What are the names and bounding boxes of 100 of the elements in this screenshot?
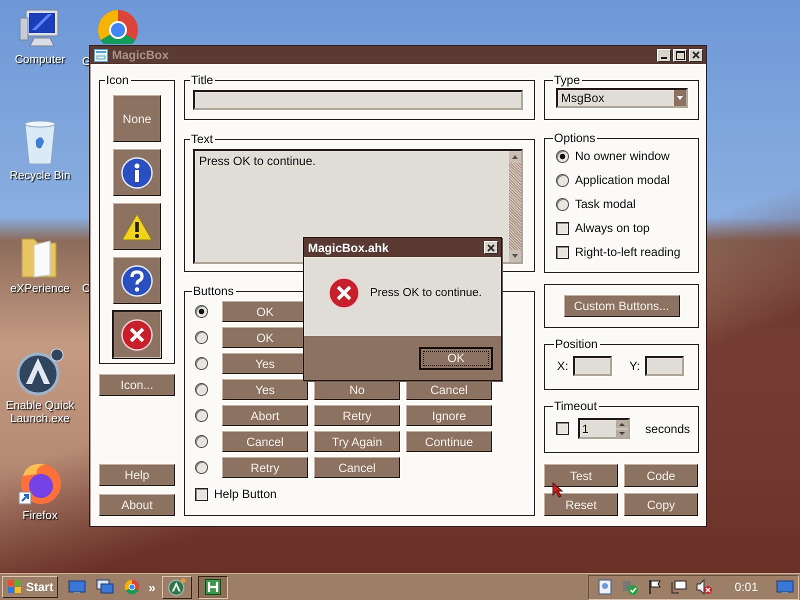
radio-button[interactable] [195, 331, 208, 344]
group-label: Options [553, 132, 596, 145]
close-button[interactable] [484, 241, 498, 254]
sample-button[interactable]: Retry [222, 457, 308, 478]
sample-button[interactable]: Retry [314, 405, 400, 426]
type-dropdown[interactable]: MsgBox [556, 88, 688, 108]
info-icon [121, 156, 153, 188]
error-icon [328, 276, 360, 308]
maximize-button[interactable] [673, 48, 687, 62]
error-icon-button[interactable] [113, 311, 161, 358]
radio-button[interactable] [556, 174, 569, 186]
checkbox[interactable] [556, 422, 569, 435]
sample-button[interactable]: Cancel [314, 457, 400, 478]
option-label[interactable]: Always on top [575, 221, 650, 235]
close-icon [692, 51, 700, 59]
scrollbar[interactable] [509, 151, 521, 262]
document-icon[interactable] [596, 579, 613, 595]
group-label: Position [554, 338, 599, 351]
desktop-icon-label[interactable]: eXPerience [10, 283, 70, 296]
maximize-icon [676, 50, 684, 60]
dialog-message: Press OK to continue. [370, 286, 482, 298]
sample-button[interactable]: Cancel [222, 431, 308, 452]
checkbox[interactable] [195, 488, 208, 500]
none-icon-button[interactable]: None [113, 95, 161, 142]
desktop-icon-label[interactable]: Firefox [22, 510, 58, 523]
radio-button[interactable] [556, 150, 569, 162]
ok-button[interactable]: OK [419, 346, 493, 370]
action-button[interactable]: Reset [544, 493, 618, 516]
group-label: Timeout [553, 400, 598, 413]
y-input[interactable] [645, 356, 684, 376]
about-button[interactable]: About [99, 494, 175, 516]
custom-buttons-button[interactable]: Custom Buttons... [564, 295, 680, 317]
text-value: Press OK to continue. [199, 154, 316, 168]
sample-button[interactable]: Abort [222, 405, 308, 426]
unit-label: seconds [645, 422, 690, 436]
group-label: Icon [105, 74, 130, 87]
title-input[interactable] [193, 90, 523, 110]
action-button[interactable]: Test [544, 464, 618, 487]
y-label: Y: [629, 359, 640, 373]
desktop-icon[interactable] [68, 579, 86, 595]
radio-button[interactable] [195, 357, 208, 370]
sample-button[interactable]: Yes [222, 379, 308, 400]
close-icon [487, 244, 495, 252]
sample-button[interactable]: Try Again [314, 431, 400, 452]
warning-icon-button[interactable] [113, 203, 161, 250]
radio-button[interactable] [195, 305, 208, 318]
network-icon[interactable] [670, 579, 687, 595]
question-icon-button[interactable] [113, 257, 161, 304]
window-title: MagicBox [112, 48, 169, 62]
muted-speaker-icon[interactable] [694, 579, 713, 595]
browser-icon[interactable] [124, 579, 140, 595]
desktop-icon-label[interactable]: Computer [14, 54, 66, 67]
close-button[interactable] [689, 48, 703, 62]
x-input[interactable] [573, 356, 612, 376]
checkbox[interactable] [556, 246, 569, 258]
help-icon [121, 264, 153, 296]
info-icon-button[interactable] [113, 149, 161, 196]
autoit-app-icon[interactable] [16, 348, 64, 396]
radio-button[interactable] [195, 435, 208, 448]
option-label[interactable]: Application modal [575, 173, 670, 187]
taskbar-app-button[interactable] [198, 576, 228, 598]
help-button[interactable]: Help [99, 464, 175, 486]
sample-button[interactable]: Ignore [406, 405, 492, 426]
action-button[interactable]: Code [624, 464, 698, 487]
radio-button[interactable] [195, 461, 208, 474]
x-label: X: [557, 359, 568, 373]
radio-button[interactable] [195, 383, 208, 396]
option-label[interactable]: Task modal [575, 197, 636, 211]
scroll-down-icon [509, 250, 521, 262]
desktop-icon-label[interactable]: Recycle Bin [10, 170, 70, 183]
radio-button[interactable] [195, 409, 208, 422]
more-chevron[interactable]: » [148, 580, 156, 594]
action-button[interactable]: Copy [624, 493, 698, 516]
option-label[interactable]: Right-to-left reading [575, 245, 680, 259]
autoit-app-icon [168, 578, 186, 596]
error-icon [121, 318, 153, 350]
minimize-button[interactable] [657, 48, 671, 62]
windows-icon[interactable] [96, 579, 114, 595]
spin-arrows-icon [616, 420, 628, 438]
option-label[interactable]: No owner window [575, 149, 670, 163]
firefox-icon[interactable] [17, 462, 63, 506]
desktop-icon-label[interactable]: Enable Quick Launch.exe [0, 400, 80, 426]
window-icon [94, 48, 108, 62]
checkbox-label[interactable]: Help Button [214, 487, 277, 501]
flag-icon[interactable] [646, 579, 663, 595]
clock[interactable]: 0:01 [734, 580, 758, 594]
app-icon [204, 579, 221, 595]
group-label: Type [553, 74, 582, 87]
scroll-up-icon [509, 151, 521, 163]
group-label: Title [190, 74, 214, 87]
icon-browse-button[interactable]: Icon... [99, 374, 175, 396]
timeout-spinner[interactable]: 1 [578, 418, 630, 439]
mouse-cursor-icon [552, 482, 564, 498]
sample-button[interactable]: Continue [406, 431, 492, 452]
shield-check-icon[interactable] [620, 579, 639, 595]
radio-button[interactable] [556, 198, 569, 210]
start-button[interactable]: Start [2, 576, 58, 598]
warning-icon [120, 212, 154, 242]
checkbox[interactable] [556, 222, 569, 234]
show-desktop-icon[interactable] [776, 579, 794, 595]
